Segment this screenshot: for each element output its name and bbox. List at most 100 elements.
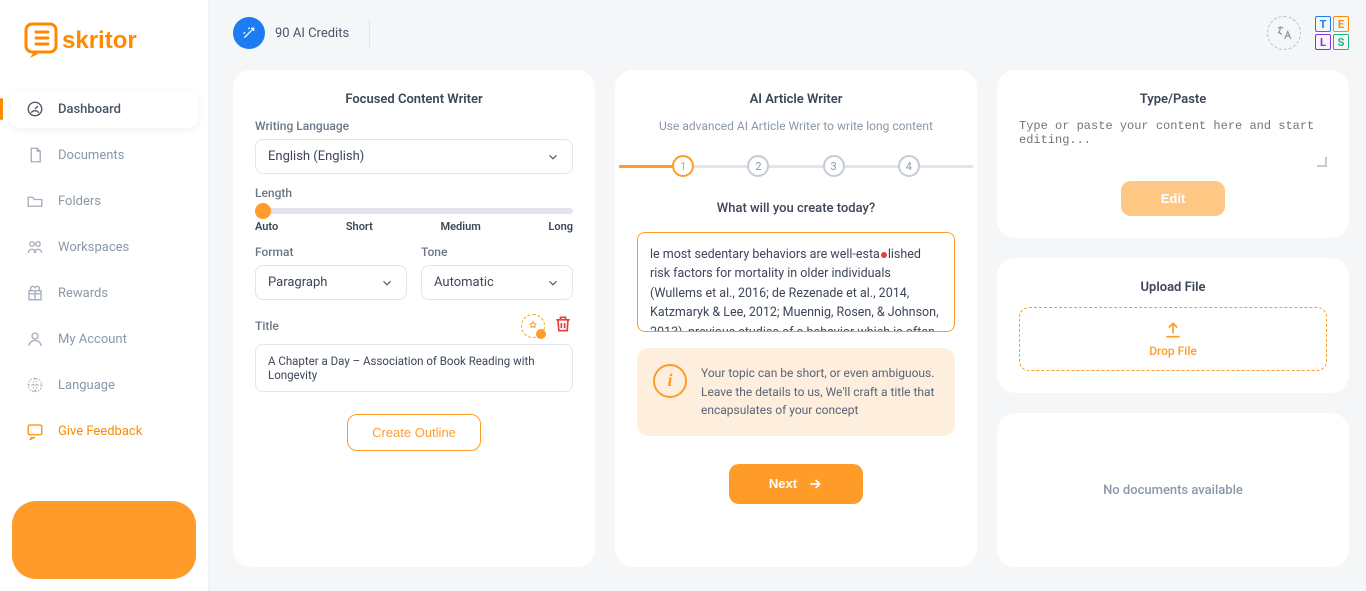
info-tip: i Your topic can be short, or even ambig… bbox=[637, 348, 955, 436]
paste-textarea[interactable] bbox=[1019, 119, 1327, 161]
translate-icon[interactable] bbox=[1267, 16, 1301, 50]
title-value: A Chapter a Day – Association of Book Re… bbox=[268, 354, 560, 382]
user-icon bbox=[26, 330, 44, 348]
svg-text:skritor: skritor bbox=[62, 27, 137, 54]
sidebar-item-account[interactable]: My Account bbox=[10, 320, 198, 358]
sidebar-item-label: Rewards bbox=[58, 286, 108, 301]
length-mark-auto: Auto bbox=[255, 220, 278, 233]
regenerate-title-icon[interactable] bbox=[521, 314, 545, 338]
length-slider[interactable] bbox=[255, 208, 573, 214]
title-label: Title bbox=[255, 319, 279, 333]
sidebar-item-folders[interactable]: Folders bbox=[10, 182, 198, 220]
gift-icon bbox=[26, 284, 44, 302]
credits-pill[interactable]: 90 AI Credits bbox=[233, 17, 349, 49]
focused-content-panel: Focused Content Writer Writing Language … bbox=[233, 70, 595, 567]
sidebar-item-label: Workspaces bbox=[58, 240, 129, 255]
sidebar: skritor Dashboard Documents Folders Work… bbox=[0, 0, 209, 591]
article-writer-panel: AI Article Writer Use advanced AI Articl… bbox=[615, 70, 977, 567]
length-label: Length bbox=[255, 186, 573, 200]
upload-panel: Upload File Drop File bbox=[997, 258, 1349, 393]
feedback-icon bbox=[26, 422, 44, 440]
step-2[interactable]: 2 bbox=[747, 155, 769, 177]
chevron-down-icon bbox=[546, 276, 560, 290]
sidebar-bottom bbox=[0, 489, 208, 591]
format-select[interactable]: Paragraph bbox=[255, 265, 407, 300]
lang-label: Writing Language bbox=[255, 119, 573, 133]
sidebar-promo-card[interactable] bbox=[12, 501, 196, 579]
credits-text: 90 AI Credits bbox=[275, 26, 349, 41]
edit-button[interactable]: Edit bbox=[1121, 181, 1226, 216]
tone-select[interactable]: Automatic bbox=[421, 265, 573, 300]
wand-icon bbox=[233, 17, 265, 49]
stepper: 1 2 3 4 bbox=[615, 155, 977, 177]
documents-empty-panel: No documents available bbox=[997, 413, 1349, 567]
panel-subtitle: Use advanced AI Article Writer to write … bbox=[637, 119, 955, 133]
format-label: Format bbox=[255, 245, 407, 259]
sidebar-item-documents[interactable]: Documents bbox=[10, 136, 198, 174]
next-button[interactable]: Next bbox=[729, 464, 863, 504]
workspace-icon bbox=[26, 238, 44, 256]
drop-label: Drop File bbox=[1149, 344, 1197, 358]
slider-thumb[interactable] bbox=[255, 203, 271, 219]
sidebar-nav: Dashboard Documents Folders Workspaces R… bbox=[0, 90, 208, 458]
cursor-icon bbox=[881, 252, 887, 258]
length-mark-medium: Medium bbox=[440, 220, 480, 233]
topbar: 90 AI Credits T E L S bbox=[209, 0, 1366, 66]
sidebar-item-dashboard[interactable]: Dashboard bbox=[10, 90, 198, 128]
sidebar-item-label: Documents bbox=[58, 148, 124, 163]
next-label: Next bbox=[769, 476, 797, 491]
tone-label: Tone bbox=[421, 245, 573, 259]
sidebar-item-label: Language bbox=[58, 378, 115, 393]
step-3[interactable]: 3 bbox=[823, 155, 845, 177]
trash-icon bbox=[553, 314, 573, 334]
sidebar-item-label: Give Feedback bbox=[58, 424, 142, 439]
document-icon bbox=[26, 146, 44, 164]
grid-letter-s: S bbox=[1333, 34, 1349, 50]
step-1[interactable]: 1 bbox=[672, 155, 694, 177]
drop-zone[interactable]: Drop File bbox=[1019, 307, 1327, 371]
resize-handle-icon[interactable] bbox=[1317, 157, 1327, 167]
content: Focused Content Writer Writing Language … bbox=[209, 66, 1366, 591]
tone-value: Automatic bbox=[434, 275, 494, 290]
create-outline-button[interactable]: Create Outline bbox=[347, 414, 481, 451]
sidebar-item-label: Folders bbox=[58, 194, 101, 209]
chevron-down-icon bbox=[380, 276, 394, 290]
lang-select[interactable]: English (English) bbox=[255, 139, 573, 174]
topic-text-pre: le most sedentary behaviors are well-est… bbox=[650, 247, 880, 262]
divider bbox=[369, 19, 370, 47]
length-mark-long: Long bbox=[548, 220, 573, 233]
format-value: Paragraph bbox=[268, 275, 327, 290]
type-paste-panel: Type/Paste Edit bbox=[997, 70, 1349, 238]
sidebar-item-label: My Account bbox=[58, 332, 127, 347]
sidebar-item-workspaces[interactable]: Workspaces bbox=[10, 228, 198, 266]
arrow-right-icon bbox=[807, 476, 823, 492]
right-column: Type/Paste Edit Upload File Drop File No… bbox=[997, 70, 1349, 567]
sidebar-item-label: Dashboard bbox=[58, 102, 121, 117]
upload-icon bbox=[1163, 320, 1183, 340]
title-input[interactable]: A Chapter a Day – Association of Book Re… bbox=[255, 344, 573, 392]
lang-value: English (English) bbox=[268, 149, 364, 164]
brand-logo: skritor bbox=[0, 0, 208, 90]
sidebar-item-feedback[interactable]: Give Feedback bbox=[10, 412, 198, 450]
info-icon: i bbox=[653, 364, 687, 398]
grid-letter-e: E bbox=[1333, 16, 1349, 32]
step-4[interactable]: 4 bbox=[898, 155, 920, 177]
panel-title: Upload File bbox=[1019, 280, 1327, 295]
empty-text: No documents available bbox=[1103, 483, 1243, 498]
topic-textarea[interactable]: le most sedentary behaviors are well-est… bbox=[637, 232, 955, 332]
dashboard-icon bbox=[26, 100, 44, 118]
main: 90 AI Credits T E L S Focused Content Wr… bbox=[209, 0, 1366, 591]
panel-title: Focused Content Writer bbox=[255, 92, 573, 107]
chevron-down-icon bbox=[546, 150, 560, 164]
prompt-question: What will you create today? bbox=[637, 201, 955, 216]
app-grid-logo[interactable]: T E L S bbox=[1315, 16, 1349, 50]
length-mark-short: Short bbox=[346, 220, 373, 233]
folder-icon bbox=[26, 192, 44, 210]
delete-title-icon[interactable] bbox=[553, 314, 573, 338]
grid-letter-t: T bbox=[1315, 16, 1331, 32]
panel-title: AI Article Writer bbox=[637, 92, 955, 107]
panel-title: Type/Paste bbox=[1019, 92, 1327, 107]
globe-icon bbox=[26, 376, 44, 394]
sidebar-item-rewards[interactable]: Rewards bbox=[10, 274, 198, 312]
sidebar-item-language[interactable]: Language bbox=[10, 366, 198, 404]
